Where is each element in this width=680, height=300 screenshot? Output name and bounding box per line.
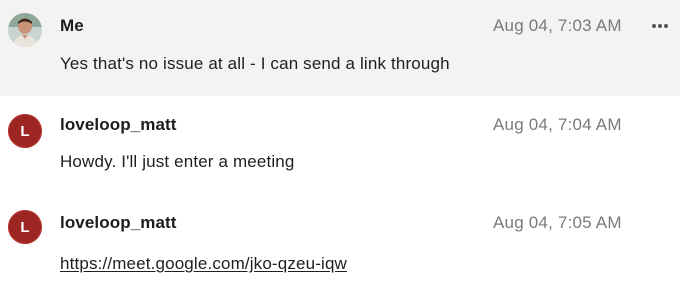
message-item[interactable]: L loveloop_matt Aug 04, 7:04 AM Howdy. I… [0, 96, 680, 192]
user-photo-icon[interactable] [8, 13, 42, 47]
message-thread: Me Aug 04, 7:03 AM Yes that's no issue a… [0, 0, 680, 300]
message-author[interactable]: Me [60, 16, 84, 36]
message-text: Yes that's no issue at all - I can send … [60, 54, 450, 73]
message-text: Howdy. I'll just enter a meeting [60, 152, 295, 171]
more-horizontal-icon[interactable] [648, 18, 672, 34]
message-timestamp: Aug 04, 7:05 AM [493, 213, 622, 232]
avatar-letter: L [20, 122, 30, 140]
avatar-letter: L [20, 218, 30, 236]
message-author[interactable]: loveloop_matt [60, 115, 177, 135]
message-body: https://meet.google.com/jko-qzeu-iqw [60, 254, 347, 274]
meeting-link[interactable]: https://meet.google.com/jko-qzeu-iqw [60, 254, 347, 273]
message-author[interactable]: loveloop_matt [60, 213, 177, 233]
avatar[interactable]: L [8, 114, 42, 148]
message-timestamp: Aug 04, 7:04 AM [493, 115, 622, 134]
avatar[interactable]: L [8, 210, 42, 244]
message-timestamp: Aug 04, 7:03 AM [493, 16, 622, 35]
message-item[interactable]: Me Aug 04, 7:03 AM Yes that's no issue a… [0, 0, 680, 96]
message-item[interactable]: L loveloop_matt Aug 04, 7:05 AM https://… [0, 192, 680, 300]
